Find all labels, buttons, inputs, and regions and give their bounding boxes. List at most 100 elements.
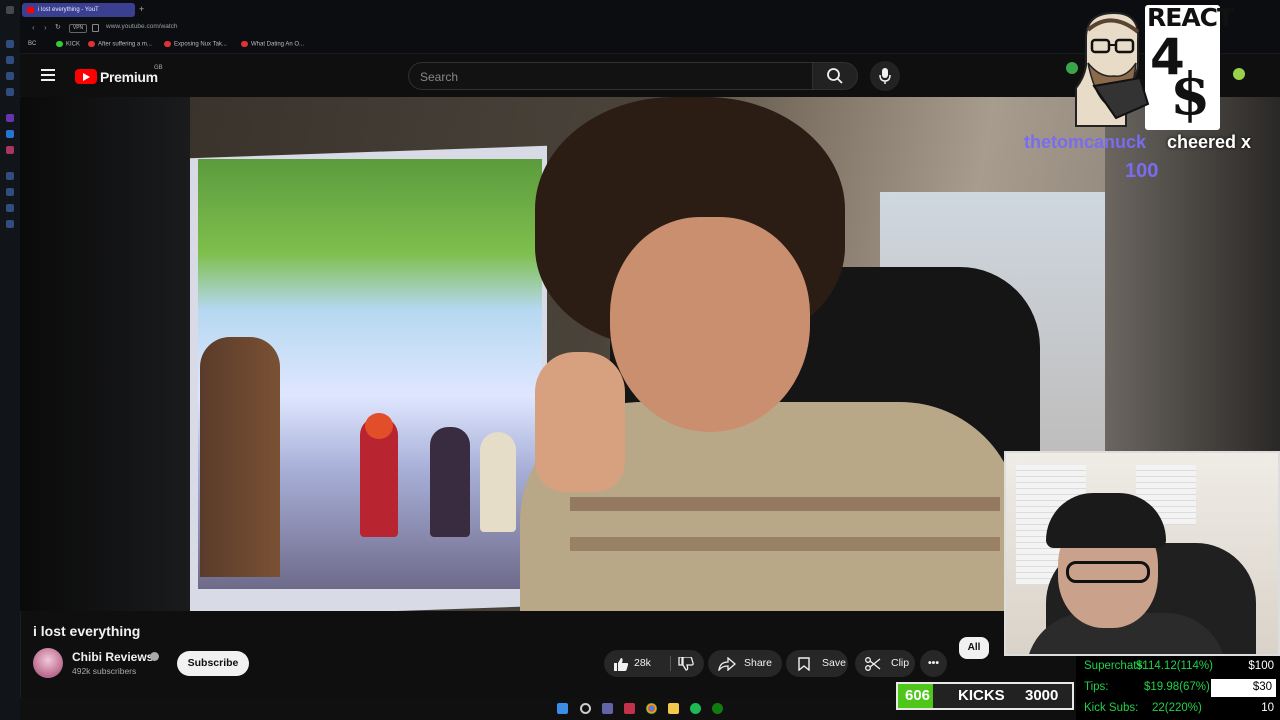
browser-sidebar: [0, 0, 21, 720]
sidebar-app-icon[interactable]: [6, 56, 14, 64]
opera-logo-icon[interactable]: [6, 6, 14, 14]
video-ambient-left: [20, 97, 190, 611]
bookmark-label: After suffering a m...: [98, 41, 152, 48]
superchats-row: Superchats: $114.12(114%) $100: [1084, 660, 1274, 672]
bookmark-favicon-icon: [241, 41, 248, 47]
cheer-message: cheered x: [1167, 132, 1252, 152]
kicks-goal: 3000: [1025, 687, 1059, 704]
messenger-icon[interactable]: [6, 130, 14, 138]
sidebar-app-icon[interactable]: [6, 72, 14, 80]
tips-row: Tips: $19.98(67%) $30: [1084, 681, 1274, 693]
chrome-icon[interactable]: [646, 703, 657, 714]
app-icon[interactable]: [624, 703, 635, 714]
search-placeholder: Search: [420, 70, 459, 84]
tips-goal: $30: [1250, 681, 1274, 693]
hamburger-menu-icon[interactable]: [41, 69, 55, 81]
thumbs-up-icon[interactable]: [613, 657, 629, 671]
reload-icon[interactable]: ↻: [55, 23, 61, 31]
search-input[interactable]: [408, 62, 812, 90]
sidebar-app-icon[interactable]: [6, 40, 14, 48]
bookmark-label: KICK: [66, 41, 81, 48]
video-anime-character-hair: [365, 413, 393, 439]
video-anime-character: [430, 427, 470, 537]
spotify-icon[interactable]: [690, 703, 701, 714]
teams-icon[interactable]: [602, 703, 613, 714]
subscriber-count: 492k subscribers: [72, 666, 137, 676]
scissors-icon: [865, 657, 881, 671]
bookmark-item[interactable]: Exposing Nux Tak...: [164, 41, 227, 48]
windows-taskbar: [20, 698, 896, 720]
bookmark-label: Exposing Nux Tak...: [174, 41, 227, 48]
video-shirt-stripe: [570, 497, 1000, 511]
react-dollar-symbol: $: [1170, 60, 1211, 128]
share-icon: [718, 657, 736, 671]
file-explorer-icon[interactable]: [668, 703, 679, 714]
cheer-username: thetomcanuck: [1024, 132, 1147, 152]
verified-check-icon: [150, 652, 159, 661]
new-tab-button[interactable]: +: [139, 4, 144, 14]
bookmark-favicon-icon: [164, 41, 171, 47]
clip-button[interactable]: Clip: [855, 650, 915, 677]
channel-name[interactable]: Chibi Reviews: [72, 650, 153, 664]
youtube-play-icon: [75, 69, 97, 85]
clip-label: Clip: [891, 657, 910, 669]
thumbs-down-icon[interactable]: [678, 657, 694, 671]
url-field[interactable]: www.youtube.com/watch: [106, 23, 178, 30]
video-tree-trunk: [200, 337, 280, 577]
bookmark-item[interactable]: BC: [28, 41, 36, 47]
search-icon[interactable]: [580, 703, 591, 714]
superchats-value: $114.12(114%): [1136, 660, 1213, 672]
windows-start-icon[interactable]: [557, 703, 568, 714]
kick-icon: [56, 41, 63, 47]
bookmark-icon: [798, 657, 810, 671]
like-count[interactable]: 28k: [634, 650, 651, 677]
share-button[interactable]: Share: [708, 650, 782, 677]
search-icon: [827, 68, 843, 84]
video-anime-character: [480, 432, 516, 532]
like-dislike-group: 28k: [604, 650, 704, 677]
back-icon[interactable]: ‹: [32, 23, 35, 32]
bookmark-label: BC: [28, 41, 37, 47]
youtube-logo-text: Premium: [100, 68, 158, 85]
youtube-logo[interactable]: Premium: [75, 68, 158, 86]
sidebar-app-icon[interactable]: [6, 172, 14, 180]
forward-icon[interactable]: ›: [44, 23, 47, 32]
settings-icon[interactable]: [6, 220, 14, 228]
tab-title: i lost everything - YouT: [38, 7, 99, 13]
search-button[interactable]: [812, 62, 858, 90]
sidebar-app-icon[interactable]: [6, 88, 14, 96]
subscribe-button[interactable]: Subscribe: [177, 651, 249, 676]
streamer-webcam: [1004, 451, 1280, 656]
instagram-icon[interactable]: [6, 146, 14, 154]
bookmark-item[interactable]: After suffering a m...: [88, 41, 152, 48]
xbox-icon[interactable]: [712, 703, 723, 714]
leaf-icon: [1066, 62, 1078, 74]
sidebar-app-icon[interactable]: [6, 114, 14, 122]
sidebar-app-icon[interactable]: [6, 188, 14, 196]
vpn-badge[interactable]: VPN: [69, 24, 87, 33]
bookmark-item[interactable]: What Dating An O...: [241, 41, 304, 48]
bookmark-label: What Dating An O...: [251, 41, 305, 48]
save-button[interactable]: Save: [786, 650, 848, 677]
lock-icon: [92, 24, 99, 32]
sidebar-app-icon[interactable]: [6, 204, 14, 212]
video-person-face: [610, 217, 810, 432]
tab-active[interactable]: i lost everything - YouT: [22, 3, 135, 17]
tips-value: $19.98(67%): [1144, 681, 1210, 693]
youtube-favicon-icon: [27, 7, 34, 13]
channel-avatar[interactable]: [33, 648, 63, 678]
bookmark-favicon-icon: [88, 41, 95, 47]
voice-search-button[interactable]: [870, 61, 900, 91]
video-shirt-stripe: [570, 537, 1000, 551]
webcam-person-glasses: [1066, 561, 1150, 583]
filter-chip-all[interactable]: All: [959, 637, 989, 659]
kick-subs-label: Kick Subs:: [1084, 702, 1139, 714]
kick-subs-value: 22(220%): [1152, 702, 1202, 714]
bookmark-item[interactable]: KICK: [56, 41, 80, 48]
kick-subs-goal: 10: [1261, 702, 1274, 714]
more-actions-button[interactable]: •••: [920, 650, 947, 677]
video-player[interactable]: [190, 97, 1105, 611]
kicks-current: 606: [905, 687, 931, 704]
kick-subs-row: Kick Subs: 22(220%) 10: [1084, 702, 1274, 714]
superchats-goal: $100: [1248, 660, 1274, 672]
